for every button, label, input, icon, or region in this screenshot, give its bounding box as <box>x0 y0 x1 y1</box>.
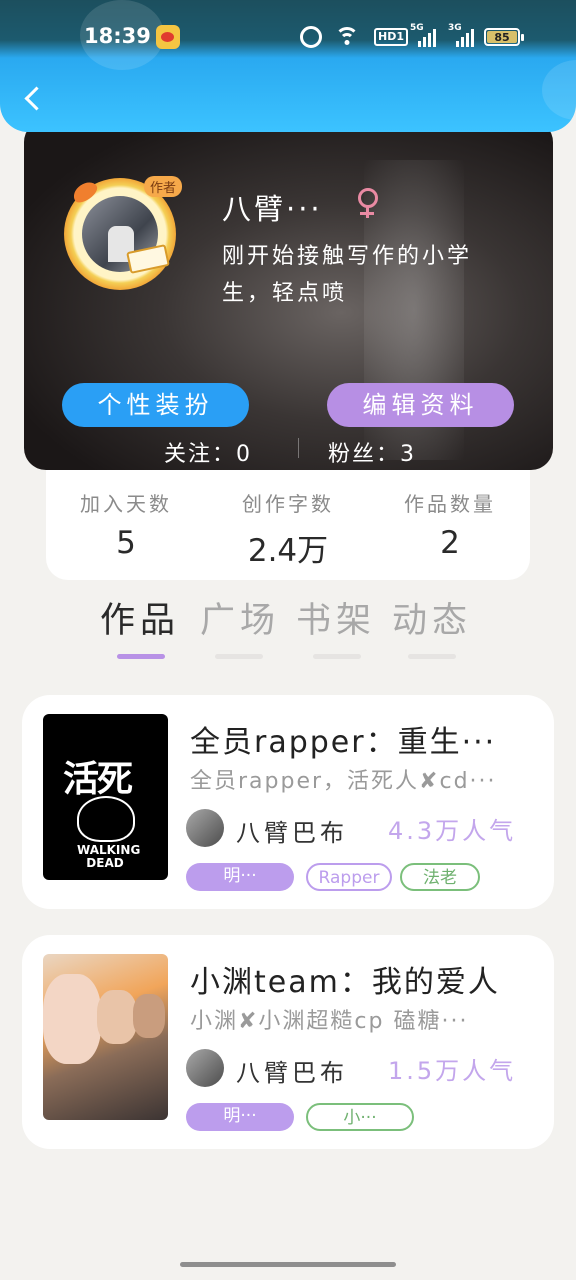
username: 八臂··· <box>222 192 323 226</box>
work-tag[interactable]: 明··· <box>186 1103 294 1131</box>
work-tag[interactable]: 法老 <box>400 863 480 891</box>
work-card[interactable]: 活死 WALKING DEAD 全员rapper：重生··· 全员rapper，… <box>22 695 554 909</box>
tab-works[interactable]: 作品 <box>100 592 180 643</box>
divider <box>298 438 299 458</box>
signal-5g-icon: 5G <box>410 23 436 47</box>
stats-card: 加入天数 5 创作字数 2.4万 作品数量 2 <box>46 458 530 580</box>
stat-word-count: 创作字数 2.4万 <box>218 488 358 570</box>
following-count[interactable]: 关注：0 <box>164 436 252 468</box>
author-avatar <box>186 1049 224 1087</box>
wifi-icon <box>334 27 360 47</box>
skull-graphic <box>77 796 135 842</box>
work-author: 八臂巴布 <box>236 819 348 847</box>
work-description: 小渊✘小渊超糙cp 磕糖··· <box>190 1009 469 1034</box>
tab-indicator <box>215 654 263 659</box>
work-tag[interactable]: 小··· <box>306 1103 414 1131</box>
tab-indicator <box>313 654 361 659</box>
profile-card: 作者 八臂··· 刚开始接触写作的小学生，轻点喷 个性装扮 编辑资料 关注：0 … <box>24 120 553 470</box>
back-button[interactable] <box>18 82 50 118</box>
author-avatar <box>186 809 224 847</box>
edit-profile-button[interactable]: 编辑资料 <box>327 383 514 427</box>
follow-stats: 关注：0 粉丝：3 <box>24 428 553 468</box>
stat-works-count: 作品数量 2 <box>380 488 520 561</box>
header-bar: 18:39 HD1 5G 3G 85 <box>0 0 576 132</box>
signal-3g-icon: 3G <box>448 23 474 47</box>
alarm-icon <box>300 26 322 48</box>
weibo-notification-icon <box>156 25 180 49</box>
stat-value: 5 <box>116 525 136 561</box>
personalize-button[interactable]: 个性装扮 <box>62 383 249 427</box>
stat-label: 加入天数 <box>80 492 172 516</box>
tab-square[interactable]: 广场 <box>200 592 280 643</box>
cover-subtitle: WALKING DEAD <box>77 843 141 870</box>
cover-photo-shape <box>43 974 101 1064</box>
work-tag[interactable]: 明··· <box>186 863 294 891</box>
cover-photo-shape <box>133 994 165 1038</box>
work-popularity: 1.5万人气 <box>388 1057 517 1085</box>
home-indicator[interactable] <box>180 1262 396 1267</box>
work-title[interactable]: 全员rapper：重生··· <box>190 717 496 761</box>
work-card[interactable]: 小渊team：我的爱人 小渊✘小渊超糙cp 磕糖··· 八臂巴布 1.5万人气 … <box>22 935 554 1149</box>
tab-bookshelf[interactable]: 书架 <box>296 592 376 643</box>
female-icon <box>354 186 382 222</box>
tab-indicator-active <box>117 654 165 659</box>
bio-text: 刚开始接触写作的小学生，轻点喷 <box>222 244 473 306</box>
work-title[interactable]: 小渊team：我的爱人 <box>190 957 500 1001</box>
tab-indicator <box>408 654 456 659</box>
work-popularity: 4.3万人气 <box>388 817 517 845</box>
status-time: 18:39 <box>84 24 151 48</box>
stat-label: 作品数量 <box>404 492 496 516</box>
stat-label: 创作字数 <box>242 492 334 516</box>
fans-count[interactable]: 粉丝：3 <box>328 436 416 468</box>
work-cover[interactable]: 活死 WALKING DEAD <box>43 714 168 880</box>
work-tag[interactable]: Rapper <box>306 863 392 891</box>
tab-activity[interactable]: 动态 <box>392 592 472 643</box>
stat-join-days: 加入天数 5 <box>56 488 196 561</box>
stat-value: 2.4万 <box>247 533 329 569</box>
author-badge: 作者 <box>144 176 183 197</box>
work-description: 全员rapper，活死人✘cd··· <box>190 769 497 794</box>
tab-bar: 作品 广场 书架 动态 <box>100 592 500 672</box>
stat-value: 2 <box>440 525 460 561</box>
cover-photo-shape <box>97 990 137 1044</box>
battery-level: 85 <box>487 31 517 44</box>
battery-icon: 85 <box>484 28 524 46</box>
status-bar: 18:39 HD1 5G 3G 85 <box>0 0 576 72</box>
hd-icon: HD1 <box>374 28 408 46</box>
work-cover[interactable] <box>43 954 168 1120</box>
cover-title: 活死 <box>63 759 133 800</box>
work-author: 八臂巴布 <box>236 1059 348 1087</box>
